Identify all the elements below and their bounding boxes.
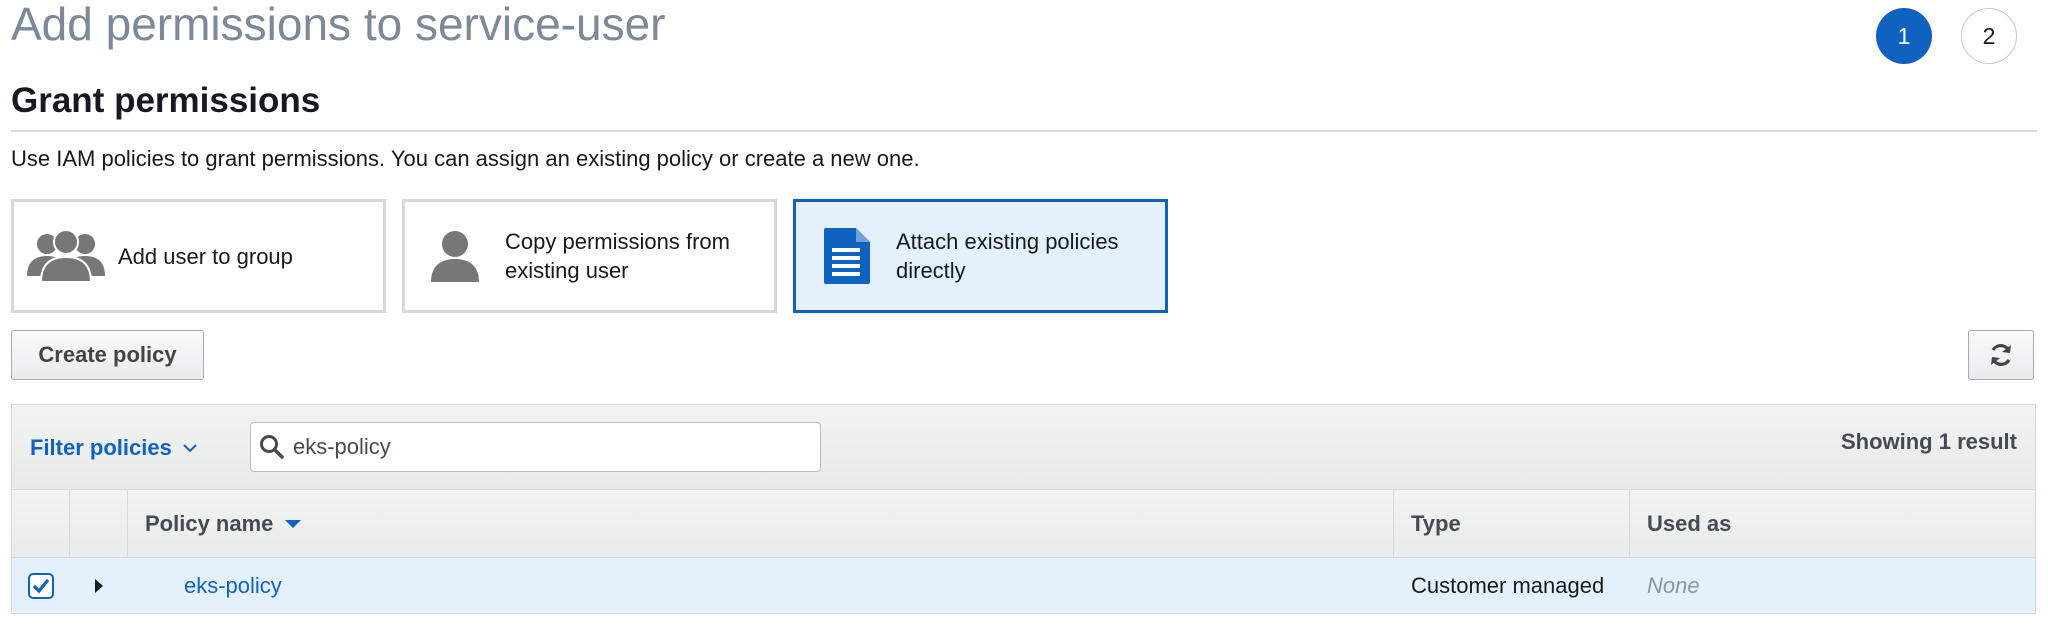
policy-type: Customer managed xyxy=(1411,572,1605,598)
expand-row-icon[interactable] xyxy=(94,578,104,594)
policy-name-link[interactable]: eks-policy xyxy=(184,573,282,599)
header-type[interactable]: Type xyxy=(1394,490,1630,557)
filter-bar: Filter policies Showing 1 result xyxy=(11,404,2036,490)
option-label: Add user to group xyxy=(118,243,293,269)
policy-used-as: None xyxy=(1647,572,1700,598)
option-copy-permissions[interactable]: Copy permissions from existing user xyxy=(402,199,777,313)
users-group-icon xyxy=(14,226,118,286)
filter-policies-label: Filter policies xyxy=(30,435,172,460)
option-attach-policies[interactable]: Attach existing policies directly xyxy=(793,199,1168,313)
section-divider xyxy=(11,130,2037,132)
wizard-steps: 1 2 xyxy=(1876,8,2017,64)
policies-table: Policy name Type Used as eks-policy Cust… xyxy=(11,490,2036,614)
header-used-as[interactable]: Used as xyxy=(1630,490,2035,557)
option-add-user-to-group[interactable]: Add user to group xyxy=(11,199,386,313)
header-expand-column xyxy=(70,490,128,557)
header-policy-name[interactable]: Policy name xyxy=(128,490,1394,557)
refresh-icon xyxy=(1988,342,2014,368)
header-select-column xyxy=(12,490,70,557)
checkmark-icon xyxy=(32,578,50,593)
document-icon xyxy=(796,226,896,286)
search-field[interactable] xyxy=(250,422,821,472)
section-title: Grant permissions xyxy=(11,81,321,120)
create-policy-button[interactable]: Create policy xyxy=(11,330,204,380)
table-row[interactable]: eks-policy Customer managed None xyxy=(11,558,2036,614)
chevron-down-icon xyxy=(182,443,198,453)
step-1-indicator[interactable]: 1 xyxy=(1876,8,1932,64)
search-icon xyxy=(251,423,293,471)
refresh-button[interactable] xyxy=(1968,330,2034,380)
step-2-indicator[interactable]: 2 xyxy=(1961,8,2017,64)
row-checkbox[interactable] xyxy=(28,572,54,599)
user-icon xyxy=(405,226,505,286)
search-input[interactable] xyxy=(293,434,813,460)
section-description: Use IAM policies to grant permissions. Y… xyxy=(11,146,920,171)
sort-descending-icon xyxy=(285,519,302,529)
page-title: Add permissions to service-user xyxy=(11,0,666,50)
option-label: Copy permissions from existing user xyxy=(505,229,730,283)
option-label: Attach existing policies directly xyxy=(896,229,1119,283)
filter-policies-dropdown[interactable]: Filter policies xyxy=(30,435,198,461)
result-count: Showing 1 result xyxy=(1840,429,2017,454)
table-header: Policy name Type Used as xyxy=(11,490,2036,558)
